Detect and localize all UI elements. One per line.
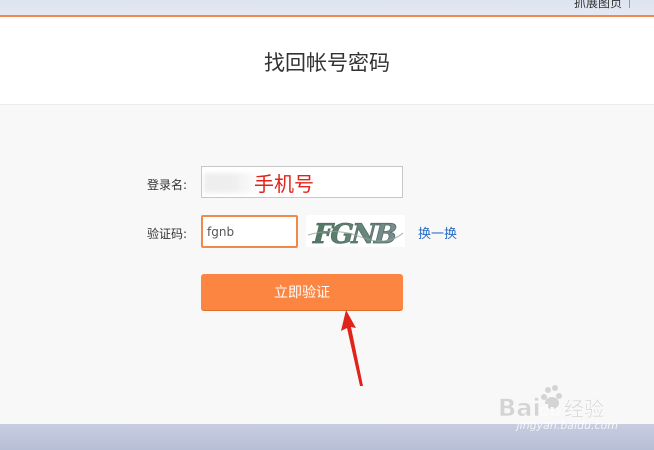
refresh-captcha-link[interactable]: 换一换	[418, 223, 457, 242]
captcha-text: FGNB	[309, 218, 399, 247]
baidu-watermark: Bai du 经验	[498, 380, 618, 424]
captcha-image-graphic: FGNB	[307, 218, 404, 250]
login-label: 登录名:	[147, 178, 188, 192]
captcha-image[interactable]: FGNB	[306, 215, 405, 250]
login-name-input[interactable]: 手机号	[201, 166, 403, 198]
watermark-jingyan: 经验	[564, 397, 604, 421]
captcha-label: 验证码:	[147, 227, 188, 241]
top-divider	[629, 0, 630, 8]
watermark-bai: Bai	[498, 394, 541, 422]
page-title: 找回帐号密码	[264, 51, 390, 75]
page-header: 找回帐号密码	[0, 17, 654, 105]
top-strip: 抓展图页	[0, 0, 654, 17]
baidu-paw-icon: Bai du 经验	[498, 385, 604, 422]
arrow-up-icon	[341, 310, 363, 386]
verify-button[interactable]: 立即验证	[201, 274, 403, 310]
captcha-input[interactable]	[201, 215, 298, 248]
phone-annotation: 手机号	[254, 172, 314, 196]
top-link[interactable]: 抓展图页	[574, 0, 622, 11]
watermark-url: jingyan.baidu.com	[516, 419, 618, 432]
watermark-du: du	[538, 401, 561, 420]
